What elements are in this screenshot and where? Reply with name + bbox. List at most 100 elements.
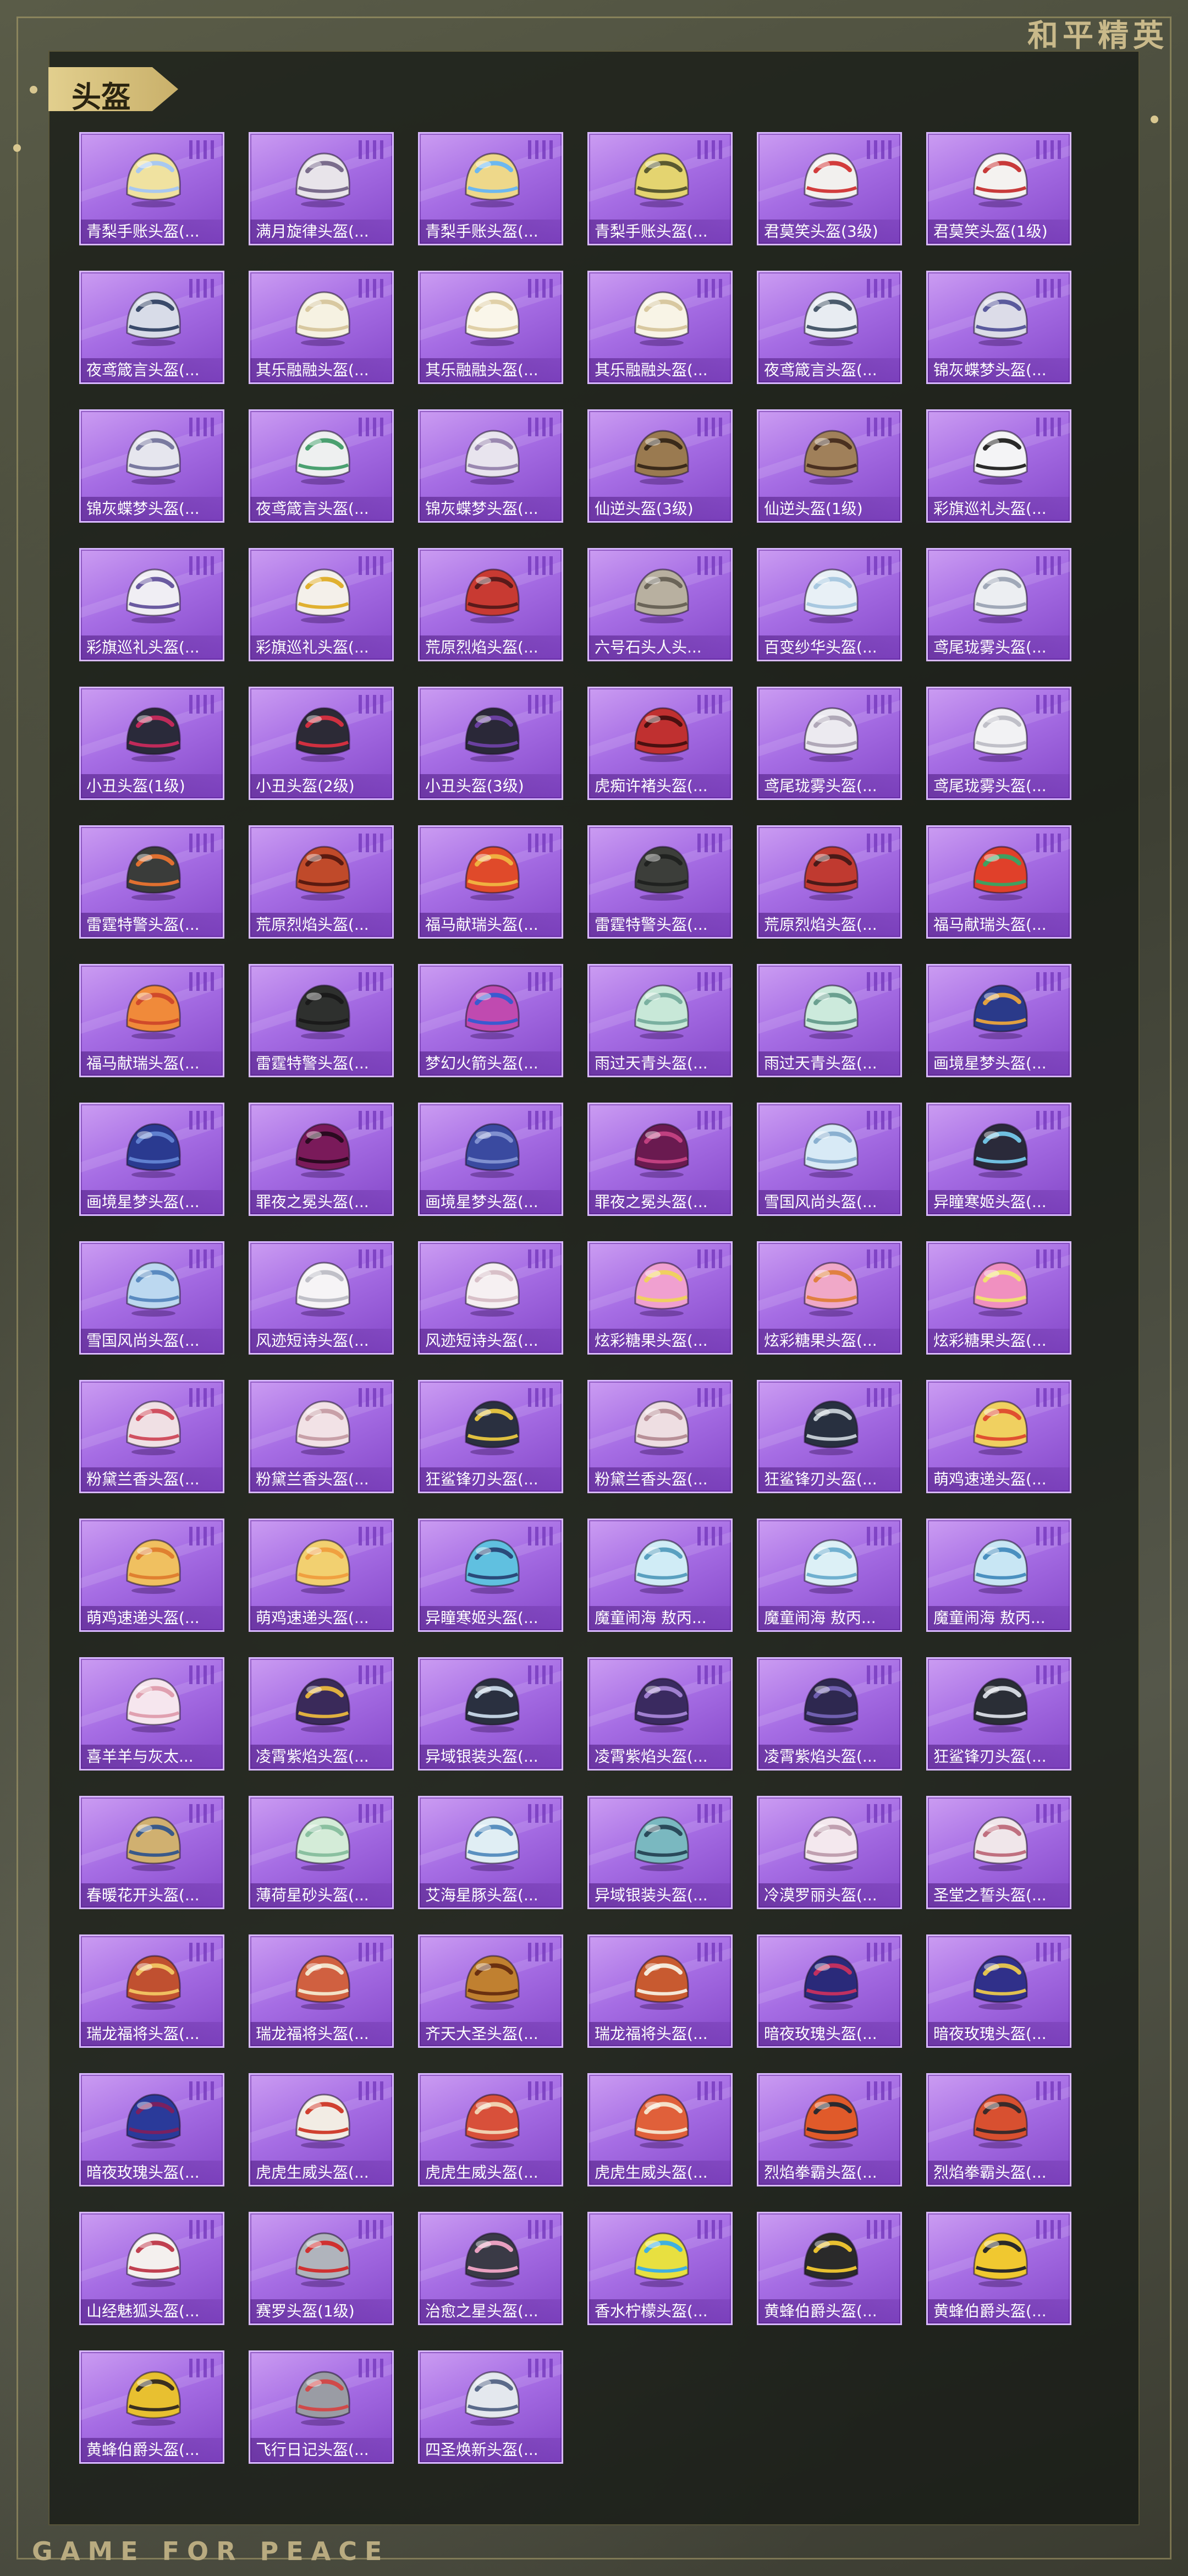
helmet-card[interactable]: 四圣焕新头盔(... — [418, 2350, 563, 2464]
helmet-card[interactable]: 雪国风尚头盔(... — [79, 1241, 224, 1355]
helmet-card[interactable]: 梦幻火箭头盔(... — [418, 964, 563, 1077]
helmet-card[interactable]: 锦灰蝶梦头盔(... — [79, 409, 224, 523]
helmet-card[interactable]: 炫彩糖果头盔(... — [587, 1241, 733, 1355]
helmet-card[interactable]: 雷霆特警头盔(... — [249, 964, 394, 1077]
helmet-card[interactable]: 君莫笑头盔(3级) — [757, 132, 902, 245]
helmet-card[interactable]: 仙逆头盔(1级) — [757, 409, 902, 523]
helmet-card[interactable]: 瑞龙福将头盔(... — [79, 1934, 224, 2048]
helmet-card[interactable]: 异瞳寒姬头盔(... — [418, 1519, 563, 1632]
helmet-card[interactable]: 魔童闹海 敖丙... — [587, 1519, 733, 1632]
helmet-card[interactable]: 满月旋律头盔(... — [249, 132, 394, 245]
helmet-card[interactable]: 黄蜂伯爵头盔(... — [926, 2212, 1071, 2325]
helmet-card[interactable]: 荒原烈焰头盔(... — [249, 825, 394, 939]
helmet-card[interactable]: 彩旗巡礼头盔(... — [79, 548, 224, 661]
helmet-card[interactable]: 异域银装头盔(... — [587, 1796, 733, 1909]
helmet-card[interactable]: 夜鸢箴言头盔(... — [757, 271, 902, 384]
helmet-card[interactable]: 雷霆特警头盔(... — [79, 825, 224, 939]
helmet-card[interactable]: 黄蜂伯爵头盔(... — [79, 2350, 224, 2464]
helmet-card[interactable]: 画境星梦头盔(... — [79, 1103, 224, 1216]
helmet-card[interactable]: 其乐融融头盔(... — [249, 271, 394, 384]
helmet-card[interactable]: 风迹短诗头盔(... — [418, 1241, 563, 1355]
helmet-card[interactable]: 香水柠檬头盔(... — [587, 2212, 733, 2325]
helmet-card[interactable]: 魔童闹海 敖丙... — [926, 1519, 1071, 1632]
helmet-card[interactable]: 青梨手账头盔(... — [418, 132, 563, 245]
helmet-card[interactable]: 圣堂之誓头盔(... — [926, 1796, 1071, 1909]
helmet-card[interactable]: 鸢尾珑雾头盔(... — [926, 548, 1071, 661]
helmet-card[interactable]: 萌鸡速递头盔(... — [249, 1519, 394, 1632]
helmet-card[interactable]: 雨过天青头盔(... — [757, 964, 902, 1077]
helmet-card[interactable]: 狂鲨锋刃头盔(... — [926, 1657, 1071, 1771]
helmet-card[interactable]: 罪夜之冕头盔(... — [587, 1103, 733, 1216]
helmet-card[interactable]: 瑞龙福将头盔(... — [587, 1934, 733, 2048]
helmet-card[interactable]: 虎痴许褚头盔(... — [587, 687, 733, 800]
helmet-card[interactable]: 狂鲨锋刃头盔(... — [757, 1380, 902, 1493]
helmet-card[interactable]: 雷霆特警头盔(... — [587, 825, 733, 939]
helmet-card[interactable]: 异瞳寒姬头盔(... — [926, 1103, 1071, 1216]
helmet-card[interactable]: 荒原烈焰头盔(... — [418, 548, 563, 661]
helmet-card[interactable]: 雨过天青头盔(... — [587, 964, 733, 1077]
helmet-card[interactable]: 荒原烈焰头盔(... — [757, 825, 902, 939]
helmet-card[interactable]: 罪夜之冕头盔(... — [249, 1103, 394, 1216]
helmet-card[interactable]: 其乐融融头盔(... — [418, 271, 563, 384]
helmet-card[interactable]: 画境星梦头盔(... — [418, 1103, 563, 1216]
helmet-card[interactable]: 飞行日记头盔(... — [249, 2350, 394, 2464]
helmet-card[interactable]: 粉黛兰香头盔(... — [79, 1380, 224, 1493]
helmet-card[interactable]: 瑞龙福将头盔(... — [249, 1934, 394, 2048]
helmet-card[interactable]: 暗夜玫瑰头盔(... — [79, 2073, 224, 2186]
helmet-card[interactable]: 冷漠罗丽头盔(... — [757, 1796, 902, 1909]
helmet-card[interactable]: 魔童闹海 敖丙... — [757, 1519, 902, 1632]
helmet-card[interactable]: 凌霄紫焰头盔(... — [757, 1657, 902, 1771]
helmet-card[interactable]: 萌鸡速递头盔(... — [79, 1519, 224, 1632]
helmet-card[interactable]: 烈焰拳霸头盔(... — [926, 2073, 1071, 2186]
helmet-card[interactable]: 福马献瑞头盔(... — [926, 825, 1071, 939]
helmet-card[interactable]: 虎虎生威头盔(... — [418, 2073, 563, 2186]
rarity-bars — [528, 2220, 553, 2239]
helmet-card[interactable]: 彩旗巡礼头盔(... — [926, 409, 1071, 523]
helmet-card[interactable]: 萌鸡速递头盔(... — [926, 1380, 1071, 1493]
helmet-card[interactable]: 狂鲨锋刃头盔(... — [418, 1380, 563, 1493]
helmet-card[interactable]: 君莫笑头盔(1级) — [926, 132, 1071, 245]
helmet-card[interactable]: 虎虎生威头盔(... — [249, 2073, 394, 2186]
helmet-card[interactable]: 其乐融融头盔(... — [587, 271, 733, 384]
helmet-card[interactable]: 仙逆头盔(3级) — [587, 409, 733, 523]
helmet-card[interactable]: 粉黛兰香头盔(... — [249, 1380, 394, 1493]
helmet-card[interactable]: 炫彩糖果头盔(... — [926, 1241, 1071, 1355]
helmet-card[interactable]: 薄荷星砂头盔(... — [249, 1796, 394, 1909]
helmet-card[interactable]: 锦灰蝶梦头盔(... — [418, 409, 563, 523]
helmet-card[interactable]: 粉黛兰香头盔(... — [587, 1380, 733, 1493]
helmet-card[interactable]: 暗夜玫瑰头盔(... — [926, 1934, 1071, 2048]
helmet-card[interactable]: 福马献瑞头盔(... — [79, 964, 224, 1077]
helmet-card[interactable]: 齐天大圣头盔(... — [418, 1934, 563, 2048]
helmet-card[interactable]: 山经魅狐头盔(... — [79, 2212, 224, 2325]
helmet-card[interactable]: 小丑头盔(1级) — [79, 687, 224, 800]
helmet-card[interactable]: 赛罗头盔(1级) — [249, 2212, 394, 2325]
helmet-card[interactable]: 彩旗巡礼头盔(... — [249, 548, 394, 661]
helmet-card[interactable]: 凌霄紫焰头盔(... — [249, 1657, 394, 1771]
helmet-card[interactable]: 炫彩糖果头盔(... — [757, 1241, 902, 1355]
helmet-card[interactable]: 小丑头盔(3级) — [418, 687, 563, 800]
helmet-card[interactable]: 百变纱华头盔(... — [757, 548, 902, 661]
helmet-card[interactable]: 鸢尾珑雾头盔(... — [757, 687, 902, 800]
helmet-card[interactable]: 喜羊羊与灰太... — [79, 1657, 224, 1771]
helmet-card[interactable]: 春暖花开头盔(... — [79, 1796, 224, 1909]
helmet-card[interactable]: 福马献瑞头盔(... — [418, 825, 563, 939]
helmet-card[interactable]: 画境星梦头盔(... — [926, 964, 1071, 1077]
helmet-card[interactable]: 风迹短诗头盔(... — [249, 1241, 394, 1355]
helmet-card[interactable]: 烈焰拳霸头盔(... — [757, 2073, 902, 2186]
helmet-card[interactable]: 凌霄紫焰头盔(... — [587, 1657, 733, 1771]
helmet-card[interactable]: 异域银装头盔(... — [418, 1657, 563, 1771]
helmet-card[interactable]: 青梨手账头盔(... — [79, 132, 224, 245]
helmet-card[interactable]: 治愈之星头盔(... — [418, 2212, 563, 2325]
helmet-card[interactable]: 雪国风尚头盔(... — [757, 1103, 902, 1216]
helmet-card[interactable]: 青梨手账头盔(... — [587, 132, 733, 245]
helmet-card[interactable]: 暗夜玫瑰头盔(... — [757, 1934, 902, 2048]
helmet-card[interactable]: 虎虎生威头盔(... — [587, 2073, 733, 2186]
helmet-card[interactable]: 夜鸢箴言头盔(... — [249, 409, 394, 523]
helmet-card[interactable]: 艾海星豚头盔(... — [418, 1796, 563, 1909]
helmet-card[interactable]: 锦灰蝶梦头盔(... — [926, 271, 1071, 384]
helmet-card[interactable]: 鸢尾珑雾头盔(... — [926, 687, 1071, 800]
helmet-card[interactable]: 夜鸢箴言头盔(... — [79, 271, 224, 384]
helmet-card[interactable]: 黄蜂伯爵头盔(... — [757, 2212, 902, 2325]
helmet-card[interactable]: 六号石头人头... — [587, 548, 733, 661]
helmet-card[interactable]: 小丑头盔(2级) — [249, 687, 394, 800]
